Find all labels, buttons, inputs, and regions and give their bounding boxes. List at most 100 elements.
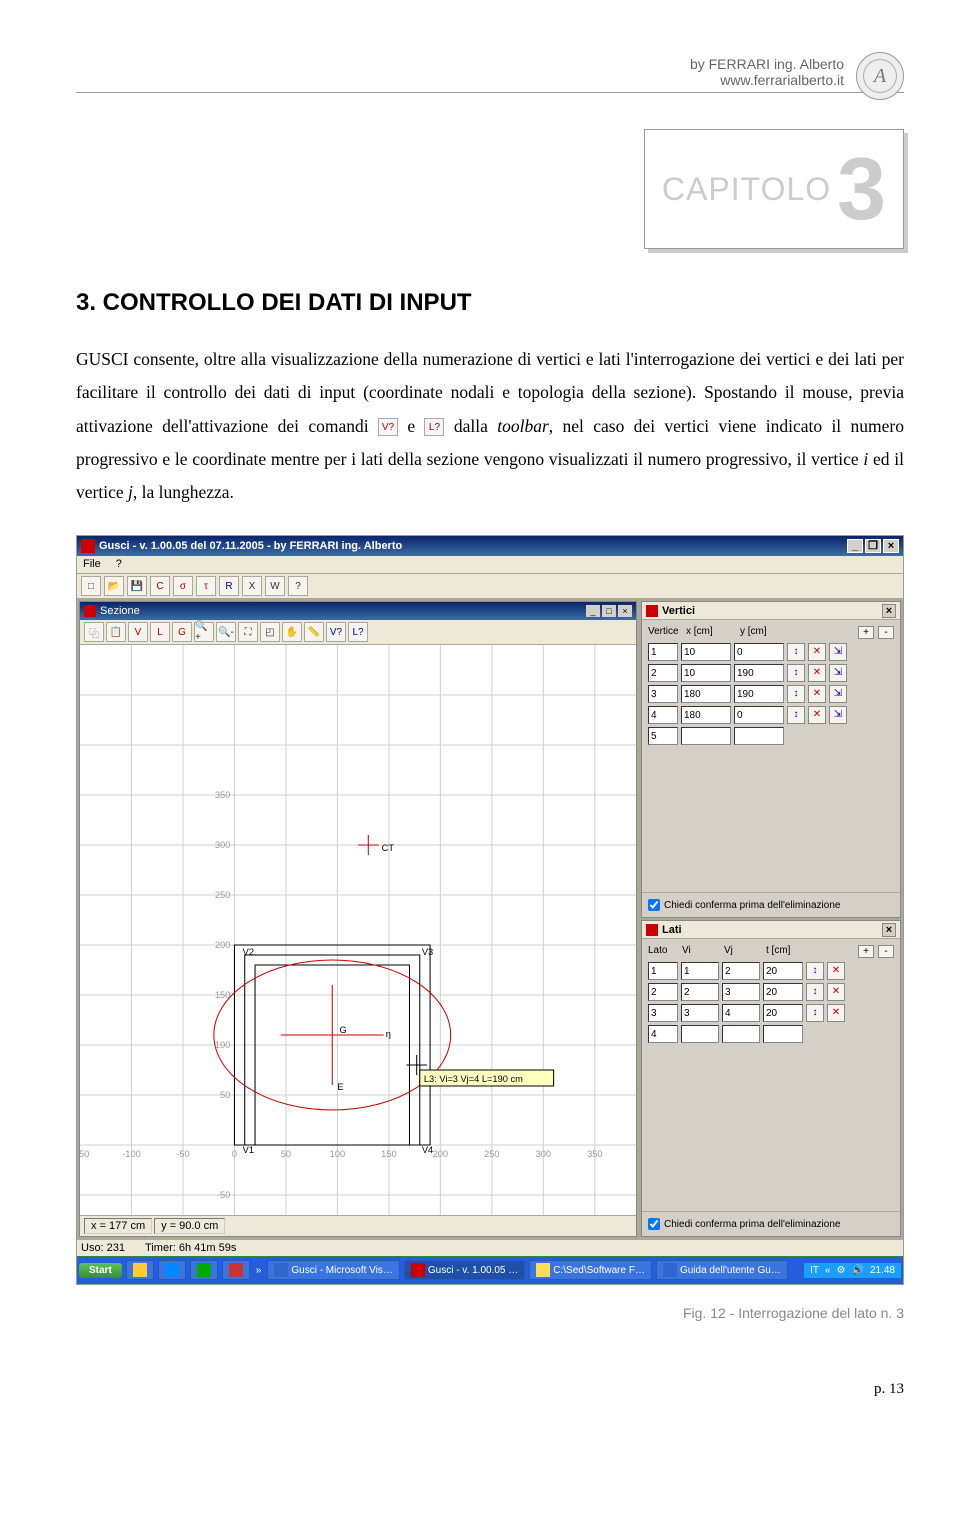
tray-icon[interactable]: ⚙ — [837, 1265, 846, 1276]
right-panels: Vertici × Vertice x [cm] y [cm] + - ↕✕⇲ … — [641, 601, 901, 1237]
vertex-label-icon[interactable]: V — [128, 622, 148, 642]
quick-launch-icon[interactable] — [126, 1260, 154, 1280]
taskbar-button[interactable]: Guida dell'utente Gu… — [656, 1260, 788, 1280]
svg-text:100: 100 — [215, 1040, 230, 1050]
vertici-header[interactable]: Vertici × — [642, 602, 900, 620]
zoom-window-icon[interactable]: ◰ — [260, 622, 280, 642]
lati-confirm-checkbox[interactable] — [648, 1218, 660, 1230]
sezione-min-button[interactable]: _ — [586, 605, 600, 617]
save-icon[interactable]: 💾 — [127, 576, 147, 596]
copy-icon[interactable]: ⿻ — [84, 622, 104, 642]
lati-icon — [646, 924, 658, 936]
vertex-query-button[interactable]: V? — [326, 622, 346, 642]
vertici-confirm-checkbox[interactable] — [648, 899, 660, 911]
side-query-icon: L? — [424, 418, 444, 436]
svg-text:V2: V2 — [243, 947, 254, 957]
taskbar-button-active[interactable]: Gusci - v. 1.00.05 … — [404, 1260, 525, 1280]
work-area: Sezione _ □ × ⿻ 📋 V L G 🔍+ 🔍- ⛶ — [77, 599, 903, 1239]
excel-icon[interactable]: X — [242, 576, 262, 596]
lati-header[interactable]: Lati × — [642, 921, 900, 939]
side-vj-field[interactable] — [722, 962, 760, 980]
vertex-y-field[interactable] — [734, 643, 784, 661]
remove-side-button[interactable]: - — [878, 945, 894, 958]
svg-text:200: 200 — [215, 940, 230, 950]
lati-close-button[interactable]: × — [882, 923, 896, 937]
vertici-close-button[interactable]: × — [882, 604, 896, 618]
svg-text:-150: -150 — [80, 1149, 89, 1159]
drawing-canvas[interactable]: G η E CT V1 V2 V3 V4 L3: V — [80, 645, 636, 1215]
svg-text:150: 150 — [381, 1149, 396, 1159]
menu-bar: File ? — [77, 556, 903, 574]
svg-text:350: 350 — [587, 1149, 602, 1159]
chapter-label: CAPITOLO — [662, 171, 831, 208]
row-edit-icon[interactable]: ↕ — [787, 643, 805, 661]
close-button[interactable]: × — [883, 539, 899, 553]
figure-caption: Fig. 12 - Interrogazione del lato n. 3 — [76, 1305, 904, 1321]
sezione-max-button[interactable]: □ — [602, 605, 616, 617]
svg-text:100: 100 — [330, 1149, 345, 1159]
zoom-out-icon[interactable]: 🔍- — [216, 622, 236, 642]
centroid-icon[interactable]: G — [172, 622, 192, 642]
quick-launch-icon[interactable] — [222, 1260, 250, 1280]
quick-launch-icon[interactable] — [158, 1260, 186, 1280]
help-icon[interactable]: ? — [288, 576, 308, 596]
add-side-button[interactable]: + — [858, 945, 874, 958]
row-insert-icon[interactable]: ⇲ — [829, 643, 847, 661]
tool-sigma-icon[interactable]: σ — [173, 576, 193, 596]
author: by FERRARI ing. Alberto — [690, 56, 844, 72]
vertex-row: ↕✕⇲ — [648, 706, 894, 724]
quick-launch-icon[interactable] — [190, 1260, 218, 1280]
sezione-close-button[interactable]: × — [618, 605, 632, 617]
taskbar-button[interactable]: C:\Sed\Software F… — [529, 1260, 652, 1280]
status-uso: Uso: 231 — [81, 1242, 125, 1254]
row-delete-icon[interactable]: ✕ — [827, 962, 845, 980]
tool-c-icon[interactable]: C — [150, 576, 170, 596]
lati-title: Lati — [662, 924, 682, 936]
side-query-button[interactable]: L? — [348, 622, 368, 642]
svg-text:200: 200 — [433, 1149, 448, 1159]
svg-text:E: E — [337, 1082, 343, 1092]
paste-icon[interactable]: 📋 — [106, 622, 126, 642]
new-icon[interactable]: □ — [81, 576, 101, 596]
vertex-row: ↕✕⇲ — [648, 643, 894, 661]
window-title: Gusci - v. 1.00.05 del 07.11.2005 - by F… — [99, 540, 402, 552]
menu-help[interactable]: ? — [116, 558, 122, 570]
row-edit-icon[interactable]: ↕ — [806, 962, 824, 980]
tool-tau-icon[interactable]: τ — [196, 576, 216, 596]
side-n-field[interactable] — [648, 962, 678, 980]
window-titlebar[interactable]: Gusci - v. 1.00.05 del 07.11.2005 - by F… — [77, 536, 903, 556]
lati-confirm-label: Chiedi conferma prima dell'eliminazione — [664, 1219, 840, 1230]
svg-text:300: 300 — [536, 1149, 551, 1159]
word-icon[interactable]: W — [265, 576, 285, 596]
sezione-toolbar: ⿻ 📋 V L G 🔍+ 🔍- ⛶ ◰ ✋ 📏 V? L? — [80, 620, 636, 645]
vertex-n-field[interactable] — [648, 643, 678, 661]
svg-text:150: 150 — [215, 990, 230, 1000]
vertici-confirm-row: Chiedi conferma prima dell'eliminazione — [642, 892, 900, 917]
side-row: ↕✕ — [648, 983, 894, 1001]
open-icon[interactable]: 📂 — [104, 576, 124, 596]
vertex-x-field[interactable] — [681, 643, 731, 661]
zoom-in-icon[interactable]: 🔍+ — [194, 622, 214, 642]
side-vi-field[interactable] — [681, 962, 719, 980]
side-label-icon[interactable]: L — [150, 622, 170, 642]
tool-r-icon[interactable]: R — [219, 576, 239, 596]
remove-vertex-button[interactable]: - — [878, 626, 894, 639]
start-button[interactable]: Start — [79, 1263, 122, 1278]
menu-file[interactable]: File — [83, 558, 101, 570]
zoom-fit-icon[interactable]: ⛶ — [238, 622, 258, 642]
tray-icon[interactable]: 🔊 — [852, 1265, 864, 1276]
maximize-button[interactable]: ❐ — [865, 539, 881, 553]
minimize-button[interactable]: _ — [847, 539, 863, 553]
add-vertex-button[interactable]: + — [858, 626, 874, 639]
taskbar-button[interactable]: Gusci - Microsoft Vis… — [267, 1260, 400, 1280]
svg-text:L3: Vi=3 Vj=4 L=190 cm: L3: Vi=3 Vj=4 L=190 cm — [424, 1074, 523, 1084]
pan-icon[interactable]: ✋ — [282, 622, 302, 642]
side-t-field[interactable] — [763, 962, 803, 980]
measure-icon[interactable]: 📏 — [304, 622, 324, 642]
tray-icon[interactable]: IT — [810, 1265, 819, 1276]
svg-text:300: 300 — [215, 840, 230, 850]
row-delete-icon[interactable]: ✕ — [808, 643, 826, 661]
sezione-titlebar[interactable]: Sezione _ □ × — [80, 602, 636, 620]
system-tray[interactable]: IT « ⚙ 🔊 21.48 — [804, 1263, 901, 1278]
vertici-panel: Vertici × Vertice x [cm] y [cm] + - ↕✕⇲ … — [641, 601, 901, 918]
